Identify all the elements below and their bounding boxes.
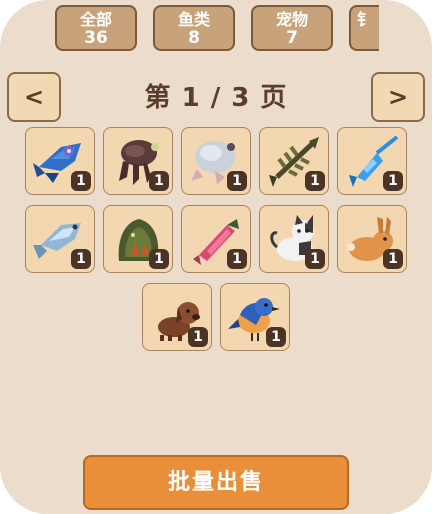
tab-label: 宠物 bbox=[275, 10, 308, 29]
quantity-badge: 1 bbox=[227, 249, 247, 269]
tab-count: 36 bbox=[84, 28, 108, 48]
item-slot[interactable]: 1 bbox=[181, 205, 251, 273]
item-slot[interactable]: 1 bbox=[220, 283, 290, 351]
item-slot[interactable]: 1 bbox=[259, 127, 329, 195]
quantity-badge: 1 bbox=[188, 327, 208, 347]
tab-count: 8 bbox=[188, 28, 200, 48]
tab-label: 鱼类 bbox=[177, 10, 210, 29]
quantity-badge: 1 bbox=[71, 171, 91, 191]
quantity-badge: 1 bbox=[383, 171, 403, 191]
item-slot[interactable]: 1 bbox=[142, 283, 212, 351]
tab-pets[interactable]: 宠物 7 bbox=[251, 5, 333, 51]
page-indicator: 第 1 / 3 页 bbox=[144, 83, 288, 113]
item-slot[interactable]: 1 bbox=[181, 127, 251, 195]
item-slot[interactable]: 1 bbox=[259, 205, 329, 273]
item-slot[interactable]: 1 bbox=[337, 127, 407, 195]
quantity-badge: 1 bbox=[266, 327, 286, 347]
quantity-badge: 1 bbox=[227, 171, 247, 191]
quantity-badge: 1 bbox=[305, 171, 325, 191]
tab-fish[interactable]: 鱼类 8 bbox=[153, 5, 235, 51]
bulk-sell-button[interactable]: 批量出售 bbox=[83, 455, 349, 510]
quantity-badge: 1 bbox=[149, 249, 169, 269]
quantity-badge: 1 bbox=[149, 171, 169, 191]
prev-page-button[interactable]: < bbox=[7, 72, 61, 122]
item-slot[interactable]: 1 bbox=[25, 127, 95, 195]
item-slot[interactable]: 1 bbox=[337, 205, 407, 273]
tab-partial[interactable]: 钅 bbox=[349, 5, 379, 51]
tab-count: 7 bbox=[286, 28, 298, 48]
item-slot[interactable]: 1 bbox=[103, 205, 173, 273]
item-slot[interactable]: 1 bbox=[103, 127, 173, 195]
next-page-button[interactable]: > bbox=[371, 72, 425, 122]
quantity-badge: 1 bbox=[383, 249, 403, 269]
quantity-badge: 1 bbox=[71, 249, 91, 269]
tab-label: 全部 bbox=[79, 10, 112, 29]
tab-all[interactable]: 全部 36 bbox=[55, 5, 137, 51]
quantity-badge: 1 bbox=[305, 249, 325, 269]
inventory-screen: 全部 36 鱼类 8 宠物 7 钅 < 第 1 / 3 页 > 1 1 1 1 … bbox=[0, 0, 432, 514]
item-slot[interactable]: 1 bbox=[25, 205, 95, 273]
tab-label: 钅 bbox=[356, 10, 373, 29]
